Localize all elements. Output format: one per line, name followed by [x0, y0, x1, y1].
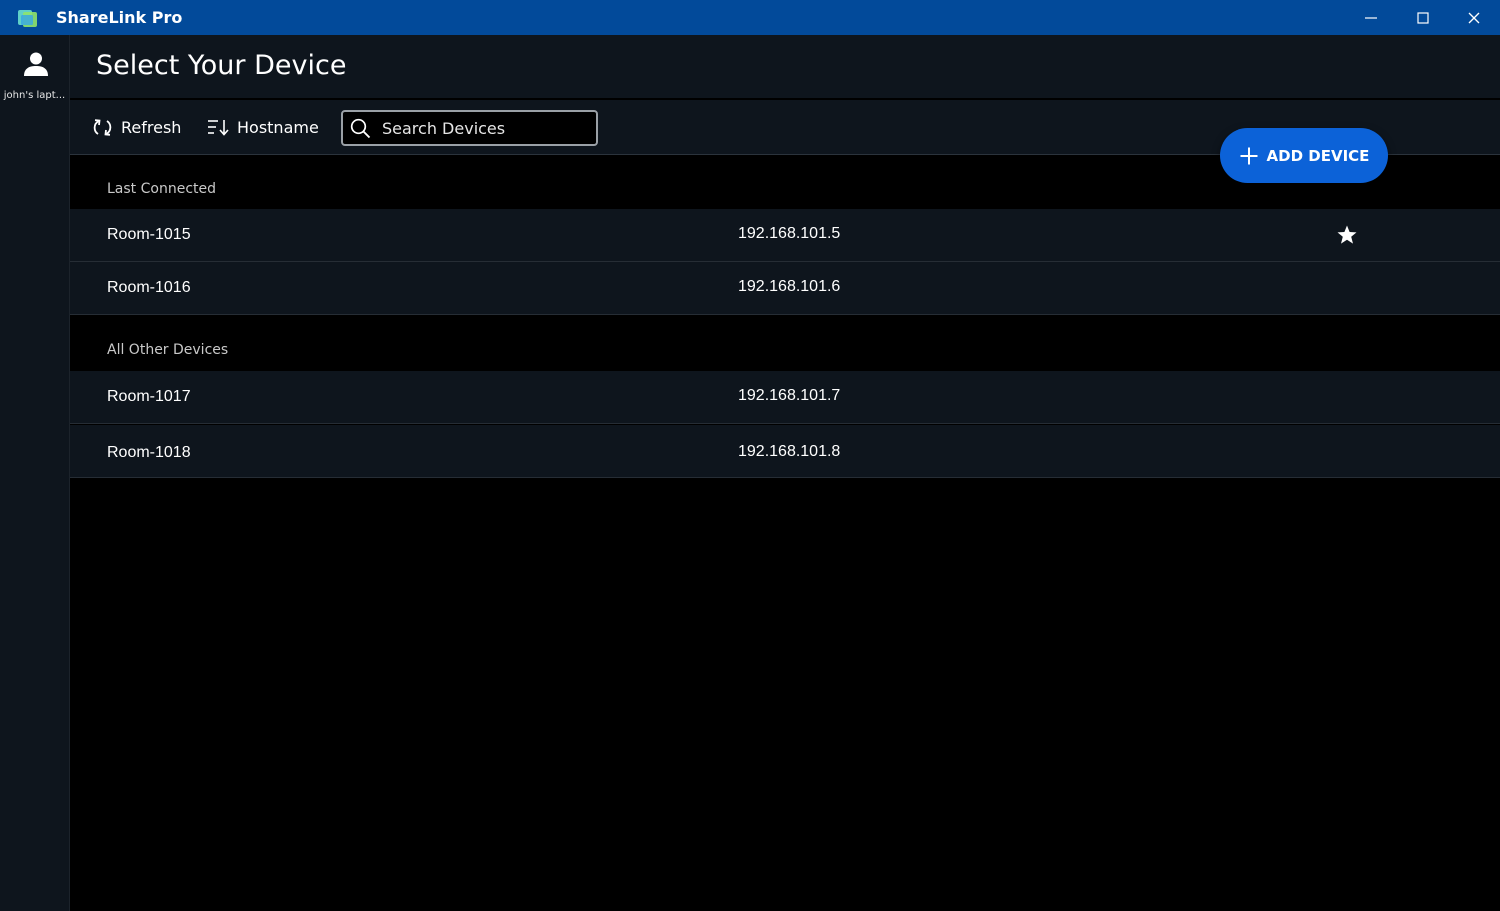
device-name: Room-1017 — [107, 388, 191, 405]
app-logo-icon — [18, 10, 37, 27]
section-header-other-devices: All Other Devices — [70, 316, 1500, 370]
sort-hostname-button[interactable]: Hostname — [207, 112, 319, 142]
device-ip: 192.168.101.6 — [738, 278, 841, 295]
search-box[interactable] — [341, 110, 598, 146]
minimize-button[interactable] — [1346, 0, 1396, 35]
maximize-button[interactable] — [1398, 0, 1448, 35]
device-name: Room-1018 — [107, 444, 191, 461]
section-label: Last Connected — [107, 181, 216, 197]
device-row[interactable]: Room-1016 192.168.101.6 — [70, 262, 1500, 315]
star-icon[interactable] — [1336, 224, 1358, 246]
device-row[interactable]: Room-1015 192.168.101.5 — [70, 209, 1500, 262]
search-icon — [350, 118, 371, 138]
add-device-label: ADD DEVICE — [1266, 146, 1370, 165]
title-bar: ShareLink Pro — [0, 0, 1500, 35]
refresh-icon — [93, 118, 112, 136]
device-row[interactable]: Room-1018 192.168.101.8 — [70, 425, 1500, 478]
device-row[interactable]: Room-1017 192.168.101.7 — [70, 371, 1500, 424]
device-ip: 192.168.101.8 — [738, 443, 841, 460]
sort-label: Hostname — [237, 117, 319, 137]
refresh-label: Refresh — [121, 117, 182, 137]
device-ip: 192.168.101.5 — [738, 225, 841, 242]
maximize-icon — [1417, 11, 1429, 24]
user-name: john's lapt... — [3, 90, 66, 101]
app-title: ShareLink Pro — [56, 8, 183, 27]
sidebar: john's lapt... — [0, 35, 70, 911]
device-name: Room-1016 — [107, 279, 191, 296]
device-name: Room-1015 — [107, 226, 191, 243]
page-title: Select Your Device — [96, 50, 347, 81]
section-label: All Other Devices — [107, 342, 229, 358]
user-icon[interactable] — [22, 50, 50, 78]
refresh-button[interactable]: Refresh — [92, 112, 181, 142]
sort-descending-icon — [208, 120, 229, 136]
close-icon — [1468, 12, 1480, 23]
minimize-icon — [1365, 16, 1377, 19]
search-input[interactable] — [380, 117, 584, 139]
plus-icon — [1240, 147, 1258, 164]
device-ip: 192.168.101.7 — [738, 387, 841, 404]
add-device-button[interactable]: ADD DEVICE — [1220, 128, 1388, 183]
close-button[interactable] — [1449, 0, 1499, 35]
page-header: Select Your Device — [70, 35, 1500, 100]
